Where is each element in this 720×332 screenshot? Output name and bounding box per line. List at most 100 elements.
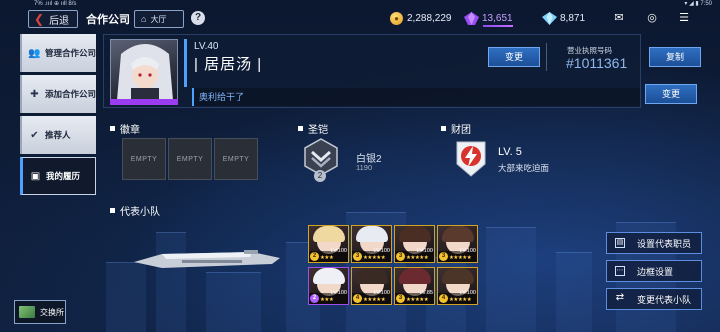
member-hair — [442, 226, 474, 242]
member-rank-badge: 4 — [439, 294, 448, 303]
exchange-icon — [19, 306, 35, 318]
armor-title: 圣铠 — [308, 125, 328, 136]
corp-title: 财团 — [451, 125, 471, 136]
member-hair — [442, 268, 474, 284]
blue-gem-icon — [542, 11, 557, 25]
corp-emblem-icon[interactable] — [455, 140, 487, 178]
purple-gem-counter[interactable]: 13,651 — [464, 11, 513, 27]
squad-title: 代表小队 — [120, 207, 160, 218]
frame-icon: ⋯ — [615, 266, 625, 276]
avatar-rarity-bar — [110, 99, 178, 105]
mail-icon[interactable]: ✉ — [612, 12, 626, 24]
status-right: ▾ ◢ ▮ 7:50 — [684, 1, 712, 7]
badge-slot[interactable]: EMPTY — [214, 138, 258, 180]
purple-gem-value: 13,651 — [482, 12, 513, 24]
member-hair — [399, 226, 431, 242]
badges-title: 徽章 — [120, 125, 140, 136]
blue-gem-counter[interactable]: 8,871 — [542, 11, 585, 25]
divider — [546, 43, 547, 71]
member-level: LV.100 — [416, 248, 433, 254]
change-squad-button[interactable]: ⇄ 变更代表小队 — [606, 288, 702, 310]
squad-member-card[interactable]: 3 LV.100 ★★★★★ — [437, 225, 478, 263]
member-rank-badge: 4 — [353, 294, 362, 303]
frame-settings-button[interactable]: ⋯ 边框设置 — [606, 260, 702, 282]
member-stars: ★★★★★ — [449, 255, 472, 261]
member-level: LV.85 — [419, 290, 433, 296]
home-button[interactable]: ⌂ 大厅 — [134, 10, 184, 28]
badge-slot[interactable]: EMPTY — [122, 138, 166, 180]
member-level: LV.100 — [330, 248, 347, 254]
member-level: LV.100 — [459, 248, 476, 254]
member-rank-badge: 3 — [353, 252, 362, 261]
settings-icon[interactable]: ◎ — [645, 12, 659, 24]
section-marker — [110, 126, 115, 131]
system-status-bar: 7% .ıııl ⊕ ııll 8/s ▾ ◢ ▮ 7:50 — [0, 0, 720, 8]
member-hair — [313, 268, 345, 284]
top-bar: ❮ 后退 合作公司 ⌂ 大厅 ? ● 2,288,229 13,651 8,87… — [0, 8, 720, 30]
member-stars: ★★★★★ — [363, 297, 386, 303]
chevron-left-icon: ❮ — [34, 12, 45, 26]
exchange-button[interactable]: 交换所 — [14, 300, 66, 324]
change-name-button[interactable]: 变更 — [488, 47, 540, 67]
character-portrait — [117, 44, 173, 104]
license-number: #1011361 — [566, 55, 628, 71]
squad-member-card[interactable]: 4 LV.100 ★★★★★ — [437, 267, 478, 305]
users-icon: 👥 — [28, 47, 41, 59]
sidebar-item-add[interactable]: ✚ 添加合作公司 — [20, 75, 96, 113]
back-label: 后退 — [49, 15, 70, 27]
member-level: LV.100 — [373, 248, 390, 254]
member-rank-badge: 3 — [396, 252, 405, 261]
badge-slot[interactable]: EMPTY — [168, 138, 212, 180]
set-representative-button[interactable]: ▤ 设置代表职员 — [606, 232, 702, 254]
sidebar-item-manage[interactable]: 👥 管理合作公司 — [20, 34, 96, 72]
change-motto-button[interactable]: 变更 — [645, 84, 697, 104]
sidebar: 👥 管理合作公司 ✚ 添加合作公司 ✔ 推荐人 ▣ 我的履历 — [20, 34, 96, 198]
squad-member-card[interactable]: 2 LV.100 ★★★ — [308, 267, 349, 305]
exchange-label: 交换所 — [40, 307, 64, 317]
coin-icon: ● — [390, 11, 403, 25]
squad-member-card[interactable]: 3 LV.85 ★★★★★ — [394, 267, 435, 305]
level-accent-bar — [184, 39, 187, 87]
armor-header: 圣铠 — [298, 121, 328, 136]
corp-level: LV. 5 — [498, 146, 522, 158]
member-rank-badge: 2 — [310, 252, 319, 261]
member-stars: ★★★ — [320, 297, 334, 303]
help-button[interactable]: ? — [191, 11, 205, 25]
member-stars: ★★★★★ — [363, 255, 386, 261]
coin-counter[interactable]: ● 2,288,229 — [390, 11, 452, 25]
user-check-icon: ✔ — [30, 129, 39, 141]
sidebar-item-label: 我的履历 — [46, 171, 81, 181]
member-stars: ★★★ — [320, 255, 334, 261]
sidebar-item-referrer[interactable]: ✔ 推荐人 — [20, 116, 96, 154]
member-rank-badge: 3 — [439, 252, 448, 261]
menu-icon[interactable]: ☰ — [677, 12, 691, 24]
avatar[interactable] — [110, 39, 178, 105]
sidebar-item-my-resume[interactable]: ▣ 我的履历 — [20, 157, 96, 195]
motto-text: 奥利给干了 — [192, 88, 640, 106]
corp-header: 财团 — [441, 121, 471, 136]
section-marker — [441, 126, 446, 131]
squad-member-card[interactable]: 3 LV.100 ★★★★★ — [394, 225, 435, 263]
member-stars: ★★★★★ — [449, 297, 472, 303]
purple-gem-icon — [464, 11, 479, 25]
member-hair — [399, 268, 431, 284]
player-level: LV.40 — [194, 41, 219, 52]
squad-member-card[interactable]: 3 LV.100 ★★★★★ — [351, 225, 392, 263]
member-rank-badge: 3 — [396, 294, 405, 303]
back-button[interactable]: ❮ 后退 — [28, 10, 78, 28]
squad-member-card[interactable]: 2 LV.100 ★★★ — [308, 225, 349, 263]
member-hair — [356, 268, 388, 284]
coin-value: 2,288,229 — [407, 12, 452, 24]
purple-gem-bar — [483, 25, 513, 27]
status-left: 7% .ıııl ⊕ ııll 8/s — [34, 1, 77, 7]
member-stars: ★★★★★ — [406, 297, 429, 303]
action-label: 变更代表小队 — [637, 294, 692, 305]
section-marker — [110, 208, 115, 213]
id-card-icon: ▣ — [30, 170, 41, 182]
armor-score: 1190 — [356, 163, 373, 172]
squad-member-card[interactable]: 4 LV.100 ★★★★★ — [351, 267, 392, 305]
ship-model — [134, 250, 280, 268]
squad-header: 代表小队 — [110, 203, 160, 218]
swap-icon: ⇄ — [615, 292, 625, 303]
copy-button[interactable]: 复制 — [649, 47, 701, 67]
